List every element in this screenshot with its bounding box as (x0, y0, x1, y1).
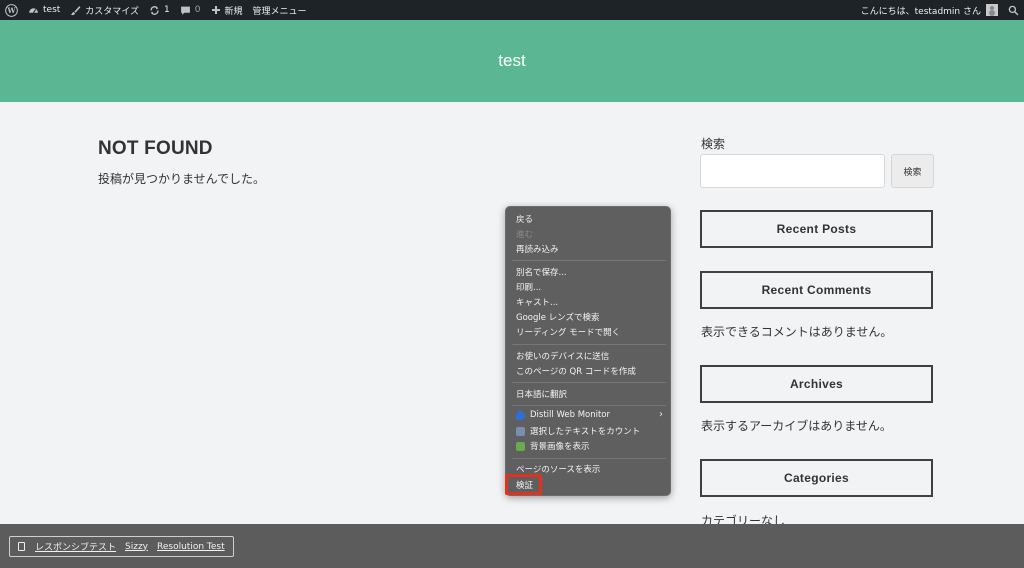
recent-posts-heading: Recent Posts (700, 210, 933, 248)
responsive-tools: レスポンシブテスト Sizzy Resolution Test (9, 536, 234, 557)
categories-heading: Categories (700, 459, 933, 497)
wordpress-logo-button[interactable]: W (0, 0, 23, 20)
svg-text:W: W (6, 6, 16, 15)
not-found-message: 投稿が見つかりませんでした。 (98, 172, 266, 186)
avatar (986, 4, 998, 16)
menu-item-reading-mode[interactable]: リーディング モードで開く (516, 326, 620, 338)
admin-menu-label: 管理メニュー (252, 6, 307, 17)
recent-comments-heading: Recent Comments (700, 271, 933, 309)
updates-link[interactable]: 1 (144, 0, 175, 20)
site-title[interactable]: test (498, 51, 525, 71)
menu-item-save-as[interactable]: 別名で保存... (516, 266, 567, 278)
menu-item-forward: 進む (516, 230, 534, 240)
customize-label: カスタマイズ (85, 6, 140, 17)
menu-item-count-text[interactable]: 選択したテキストをカウント (516, 425, 640, 437)
update-icon (150, 5, 159, 15)
distill-label: Distill Web Monitor (530, 410, 610, 420)
menu-separator (512, 382, 666, 383)
image-icon (516, 441, 525, 451)
comments-count: 0 (194, 5, 201, 15)
responsive-test-link[interactable]: レスポンシブテスト (35, 540, 116, 553)
menu-separator (512, 344, 666, 345)
admin-bar: W test カスタマイズ 1 0 新規 管理メニュー こんにちは、testad… (0, 0, 1024, 20)
menu-item-show-bg-image[interactable]: 背景画像を表示 (516, 440, 590, 452)
archives-heading: Archives (700, 365, 933, 403)
menu-item-back[interactable]: 戻る (516, 213, 533, 225)
site-header: test (0, 20, 1024, 102)
menu-item-send-to-devices[interactable]: お使いのデバイスに送信 (516, 350, 609, 362)
sizzy-link[interactable]: Sizzy (125, 542, 148, 552)
menu-item-reload[interactable]: 再読み込み (516, 243, 559, 255)
count-text-label: 選択したテキストをカウント (530, 427, 641, 437)
chevron-right-icon: › (659, 409, 663, 420)
mobile-device-icon (18, 542, 25, 551)
search-icon (1008, 5, 1019, 15)
menu-item-cast[interactable]: キャスト... (516, 296, 558, 308)
customize-link[interactable]: カスタマイズ (65, 0, 144, 20)
context-menu: 戻る 進む 再読み込み 別名で保存... 印刷... キャスト... Googl… (505, 206, 671, 496)
my-account-link[interactable]: こんにちは、testadmin さん (856, 0, 1003, 20)
admin-search-button[interactable] (1003, 0, 1024, 20)
show-bg-image-label: 背景画像を表示 (530, 442, 590, 452)
menu-separator (512, 458, 666, 459)
greeting-label: こんにちは、testadmin さん (860, 6, 981, 17)
menu-item-qr-code[interactable]: このページの QR コードを作成 (516, 365, 636, 377)
menu-separator (512, 260, 666, 261)
resolution-test-link[interactable]: Resolution Test (157, 542, 225, 552)
inspect-highlight-box (505, 474, 542, 495)
site-name-label: test (43, 5, 61, 15)
no-comments-text: 表示できるコメントはありません。 (701, 325, 893, 339)
distill-drop-icon (516, 410, 525, 420)
menu-separator (512, 405, 666, 406)
updates-count: 1 (164, 5, 170, 15)
page-title: NOT FOUND (98, 138, 213, 159)
menu-item-distill[interactable]: Distill Web Monitor (516, 410, 610, 420)
menu-item-translate[interactable]: 日本語に翻訳 (516, 388, 567, 400)
comment-icon (180, 6, 190, 15)
new-label: 新規 (224, 6, 243, 17)
menu-item-google-lens[interactable]: Google レンズで検索 (516, 311, 600, 323)
dashboard-icon (29, 7, 38, 13)
search-button[interactable]: 検索 (891, 154, 934, 188)
new-content-link[interactable]: 新規 (206, 0, 248, 20)
search-widget-label: 検索 (701, 137, 726, 151)
wordpress-icon: W (5, 3, 18, 17)
menu-item-print[interactable]: 印刷... (516, 281, 541, 293)
admin-menu-link[interactable]: 管理メニュー (248, 0, 312, 20)
site-name-link[interactable]: test (23, 0, 65, 20)
brush-icon (70, 5, 81, 15)
no-archives-text: 表示するアーカイブはありません。 (701, 419, 892, 433)
plus-icon (211, 6, 220, 14)
comments-link[interactable]: 0 (175, 0, 206, 20)
text-count-icon (516, 426, 525, 436)
search-input[interactable] (700, 154, 885, 188)
